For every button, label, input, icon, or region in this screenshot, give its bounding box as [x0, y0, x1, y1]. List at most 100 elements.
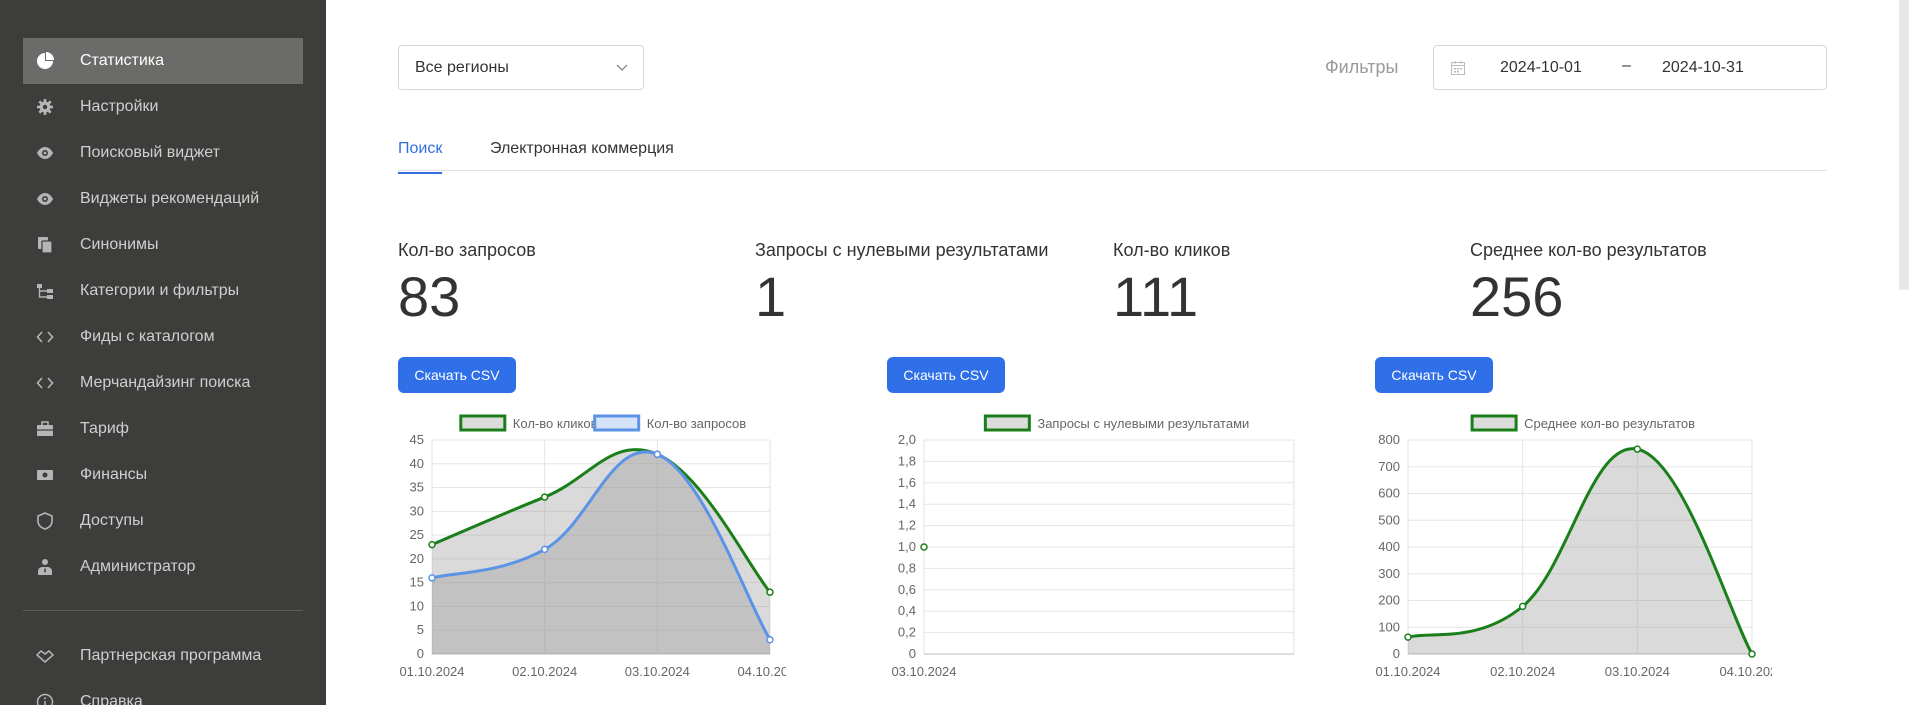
eye-icon — [35, 143, 55, 163]
stat-clicks: Кол-во кликов 111 — [1113, 240, 1230, 327]
y-tick-label: 1,4 — [898, 496, 916, 511]
region-select[interactable]: Все регионы — [398, 45, 644, 90]
legend-label: Кол-во запросов — [647, 416, 747, 431]
sidebar-item-label: Фиды с каталогом — [80, 328, 215, 345]
pie-chart-icon — [35, 51, 55, 71]
y-tick-label: 35 — [410, 480, 424, 495]
info-icon — [35, 692, 55, 705]
y-tick-label: 0,2 — [898, 625, 916, 640]
y-tick-label: 400 — [1378, 539, 1400, 554]
line-chart: Запросы с нулевыми результатами 0 0,2 0,4 0,… — [891, 414, 1295, 679]
x-tick-label: 04.10.2024 — [1719, 664, 1772, 679]
sidebar-item-user[interactable]: Администратор — [23, 544, 303, 590]
y-tick-label: 200 — [1378, 593, 1400, 608]
y-tick-label: 300 — [1378, 566, 1400, 581]
stat-label: Кол-во запросов — [398, 240, 536, 260]
stat-value: 83 — [398, 265, 461, 328]
stat-requests: Кол-во запросов 83 — [398, 240, 536, 327]
sidebar-item-pie-chart[interactable]: Статистика — [23, 38, 303, 84]
sidebar-item-label: Администратор — [80, 558, 196, 575]
data-point — [428, 540, 436, 549]
date-to-input[interactable]: 2024-10-31 — [1662, 59, 1744, 77]
data-point — [1748, 650, 1756, 658]
sidebar-item-eye[interactable]: Виджеты рекомендаций — [23, 176, 303, 222]
sidebar-divider — [23, 610, 303, 611]
sidebar-item-label: Финансы — [80, 466, 148, 483]
stat-value: 256 — [1470, 265, 1564, 328]
region-select-value: Все регионы — [415, 58, 509, 76]
sidebar-item-eye[interactable]: Поисковый виджет — [23, 130, 303, 176]
sidebar-item-code[interactable]: Фиды с каталогом — [23, 314, 303, 360]
stat-label: Кол-во кликов — [1113, 240, 1231, 260]
y-tick-label: 500 — [1378, 512, 1400, 527]
legend-swatch — [983, 414, 1031, 432]
chart-zero-results: Запросы с нулевыми результатами 0 0,2 0,4 0,… — [886, 408, 1306, 688]
main-content: Все регионы Фильтры 2024-10-01 – 2024-10… — [326, 0, 1909, 705]
date-separator: – — [1622, 57, 1631, 74]
x-tick-label: 03.10.2024 — [625, 664, 690, 679]
sidebar-item-handshake[interactable]: Партнерская программа — [23, 633, 303, 679]
x-tick-label: 02.10.2024 — [512, 664, 577, 679]
x-tick-label: 03.10.2024 — [1605, 664, 1670, 679]
y-tick-label: 45 — [410, 432, 424, 447]
y-tick-label: 2,0 — [898, 432, 916, 447]
stat-label: Среднее кол-во результатов — [1470, 240, 1707, 260]
data-point — [653, 450, 662, 459]
sidebar-item-label: Статистика — [80, 52, 165, 69]
y-tick-label: 30 — [410, 503, 424, 518]
legend-swatch — [593, 414, 641, 432]
sidebar: Статистика Настройки Поисковый виджет Видже… — [0, 0, 326, 705]
sidebar-item-money[interactable]: Финансы — [23, 452, 303, 498]
x-tick-label: 03.10.2024 — [891, 664, 956, 679]
data-point — [540, 493, 549, 501]
stat-value: 111 — [1113, 265, 1199, 328]
legend-label: Кол-во кликов — [513, 416, 598, 431]
x-tick-label: 02.10.2024 — [1490, 664, 1555, 679]
download-csv-button[interactable]: Скачать CSV — [887, 357, 1005, 393]
x-tick-label: 04.10.2024 — [737, 664, 786, 679]
y-tick-label: 5 — [417, 622, 424, 637]
y-tick-label: 1,0 — [898, 539, 916, 554]
sidebar-item-briefcase[interactable]: Тариф — [23, 406, 303, 452]
y-tick-label: 1,8 — [898, 453, 916, 468]
x-tick-label: 01.10.2024 — [1375, 664, 1440, 679]
sidebar-item-label: Справка — [80, 693, 143, 705]
user-icon — [35, 557, 55, 577]
sidebar-item-copy[interactable]: Синонимы — [23, 222, 303, 268]
stat-zero-results: Запросы с нулевыми результатами 1 — [755, 240, 1048, 327]
sidebar-item-label: Тариф — [80, 420, 129, 437]
code-icon — [35, 327, 55, 347]
date-from-input[interactable]: 2024-10-01 — [1500, 59, 1582, 77]
download-csv-button[interactable]: Скачать CSV — [1375, 357, 1493, 393]
y-tick-label: 25 — [410, 527, 424, 542]
y-tick-label: 40 — [410, 456, 424, 471]
download-csv-button[interactable]: Скачать CSV — [398, 357, 516, 393]
date-range-picker[interactable]: 2024-10-01 – 2024-10-31 — [1433, 45, 1827, 90]
tab-search[interactable]: Поиск — [398, 140, 443, 174]
chart-avg-results: Среднее кол-во результатов 0 100 200 300 400 5… — [1372, 408, 1772, 688]
sidebar-item-label: Поисковый виджет — [80, 144, 220, 161]
sidebar-item-tree[interactable]: Категории и фильтры — [23, 268, 303, 314]
data-point — [920, 543, 928, 551]
y-tick-label: 0 — [1393, 646, 1400, 661]
data-point — [1518, 602, 1527, 611]
y-tick-label: 1,6 — [898, 475, 916, 490]
sidebar-item-info[interactable]: Справка — [23, 679, 303, 705]
series-area — [1408, 448, 1752, 654]
sidebar-item-gear[interactable]: Настройки — [23, 84, 303, 130]
sidebar-item-shield[interactable]: Доступы — [23, 498, 303, 544]
y-tick-label: 1,2 — [898, 518, 916, 533]
scrollbar[interactable] — [1899, 0, 1909, 290]
tabs-bar: Поиск Электронная коммерция — [398, 135, 1827, 174]
y-tick-label: 20 — [410, 551, 424, 566]
sidebar-item-label: Доступы — [80, 512, 144, 529]
data-point — [766, 588, 774, 596]
y-tick-label: 0,8 — [898, 560, 916, 575]
tab-ecommerce[interactable]: Электронная коммерция — [490, 140, 674, 172]
sidebar-item-code[interactable]: Мерчандайзинг поиска — [23, 360, 303, 406]
tree-icon — [35, 281, 55, 301]
y-tick-label: 10 — [410, 598, 424, 613]
legend-swatch — [459, 414, 507, 432]
y-tick-label: 800 — [1378, 432, 1400, 447]
data-point — [1404, 633, 1412, 641]
